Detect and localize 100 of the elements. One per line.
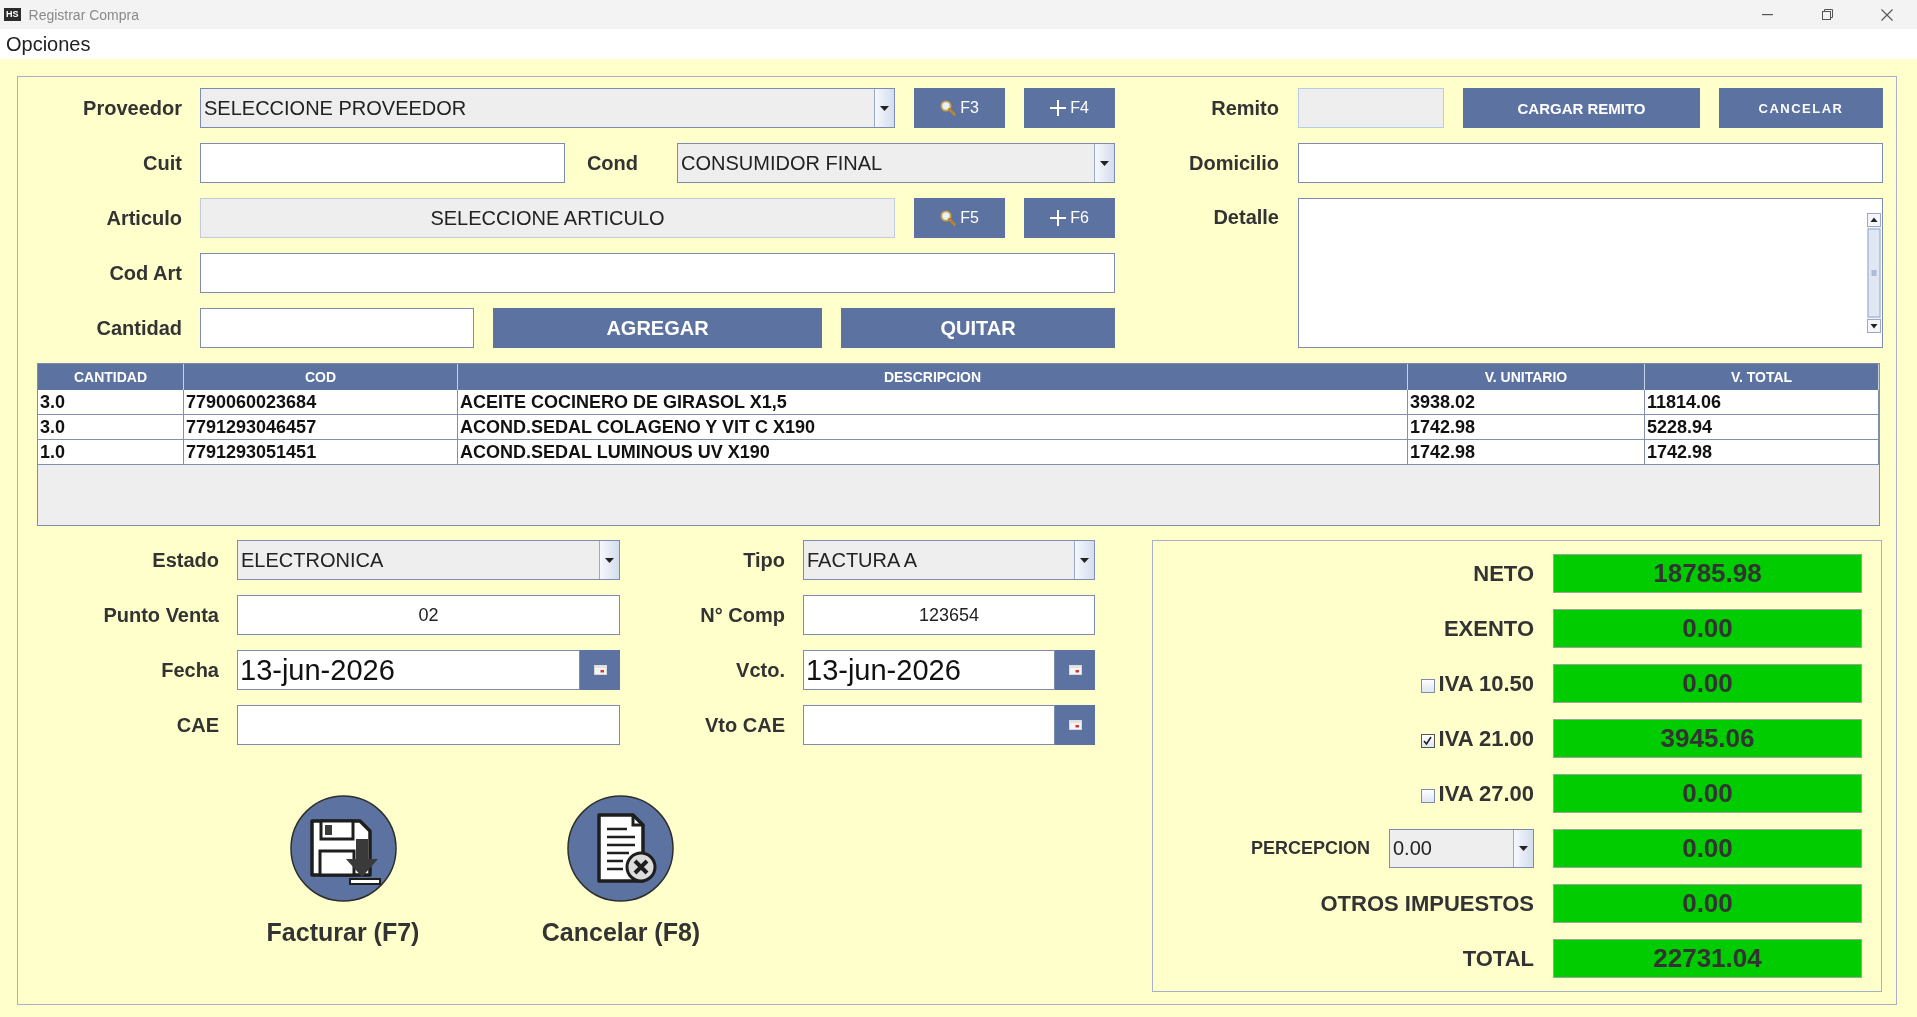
table-cell: ACOND.SEDAL LUMINOUS UV X190: [458, 440, 1408, 465]
table-cell: 7791293051451: [184, 440, 458, 465]
search-icon: [940, 210, 957, 226]
amount-field: 0.00: [1553, 774, 1862, 813]
search-button[interactable]: F3: [914, 88, 1005, 128]
field-label: Tipo: [743, 548, 785, 572]
percepcion-dropdown[interactable]: 0.00: [1389, 829, 1534, 868]
calendar-button[interactable]: [1055, 705, 1095, 745]
field-label: Punto Venta: [103, 603, 219, 627]
search-icon: [940, 100, 957, 116]
calendar-button[interactable]: [1055, 650, 1095, 690]
caret-icon: [1513, 830, 1533, 867]
calendar-icon: [593, 665, 607, 675]
add-button[interactable]: F4: [1024, 88, 1115, 128]
total-label: TOTAL: [1462, 945, 1534, 972]
table-cell: 3.0: [38, 415, 184, 440]
field-label: Estado: [152, 548, 219, 572]
field-label: Fecha: [161, 658, 219, 682]
column-header[interactable]: V. TOTAL: [1645, 364, 1879, 390]
domicilio-field[interactable]: [1298, 143, 1883, 183]
fecha-field[interactable]: 13-jun-2026: [237, 650, 580, 690]
calendar-icon: [1068, 720, 1082, 730]
total-label: IVA 27.00: [1438, 780, 1534, 807]
cod-art-field[interactable]: [200, 253, 1115, 293]
vencimiento-field[interactable]: 13-jun-2026: [803, 650, 1055, 690]
tipo-dropdown[interactable]: FACTURA A: [803, 540, 1095, 580]
punto-venta-field[interactable]: 02: [237, 595, 620, 635]
table-cell: 5228.94: [1645, 415, 1879, 440]
cargar-remito-button[interactable]: CARGAR REMITO: [1463, 88, 1700, 128]
field-label: Domicilio: [1189, 151, 1279, 175]
caret-icon: [599, 541, 619, 579]
amount-field: 22731.04: [1553, 939, 1862, 978]
plus-icon: [1050, 100, 1067, 116]
caret-icon: [1074, 541, 1094, 579]
cond-dropdown[interactable]: CONSUMIDOR FINAL: [677, 143, 1115, 183]
caret-icon: [874, 89, 894, 127]
field-label: Detalle: [1213, 206, 1279, 229]
column-header[interactable]: DESCRIPCION: [458, 364, 1408, 390]
field-label: Cuit: [143, 151, 182, 175]
table-cell: ACEITE COCINERO DE GIRASOL X1,5: [458, 390, 1408, 415]
cancelar-button[interactable]: CANCELAR: [1719, 88, 1883, 128]
save-button[interactable]: Facturar (F7): [266, 795, 420, 947]
calendar-button[interactable]: [580, 650, 620, 690]
table-cell: 1.0: [38, 440, 184, 465]
field-label: Cod Art: [109, 261, 182, 285]
column-header[interactable]: CANTIDAD: [38, 364, 184, 390]
field-label: Remito: [1211, 96, 1279, 120]
total-label: IVA 10.50: [1438, 670, 1534, 697]
table-cell: 7791293046457: [184, 415, 458, 440]
comprobante-field[interactable]: 123654: [803, 595, 1095, 635]
total-label: IVA 21.00: [1438, 725, 1534, 752]
field-label: Cond: [586, 151, 638, 175]
plus-icon: [1050, 210, 1067, 226]
field-label: Vto CAE: [705, 713, 785, 737]
app-logo: HS: [4, 8, 21, 21]
amount-field: 0.00: [1553, 884, 1862, 923]
checkbox[interactable]: [1420, 678, 1435, 693]
field-label: Cantidad: [96, 316, 182, 340]
restore-icon[interactable]: [1821, 9, 1833, 20]
field-label: Articulo: [106, 206, 182, 230]
cae-field[interactable]: [237, 705, 620, 745]
floppy-disk-icon: [289, 795, 397, 902]
cancel-button[interactable]: Cancelar (F8): [541, 795, 701, 947]
document-x-icon: [567, 795, 675, 902]
minimize-icon[interactable]: [1761, 13, 1773, 16]
table-cell: 11814.06: [1645, 390, 1879, 415]
cantidad-field[interactable]: [200, 308, 474, 348]
amount-field: 18785.98: [1553, 554, 1862, 593]
amount-field: 3945.06: [1553, 719, 1862, 758]
table-cell: 7790060023684: [184, 390, 458, 415]
table-cell: 3.0: [38, 390, 184, 415]
vto-cae-field[interactable]: [803, 705, 1055, 745]
amount-field: 0.00: [1553, 829, 1862, 868]
quitar-button[interactable]: QUITAR: [841, 308, 1115, 348]
table-cell: 1742.98: [1408, 440, 1645, 465]
total-label: PERCEPCION: [1250, 838, 1370, 859]
checkbox[interactable]: [1420, 788, 1435, 803]
checkbox[interactable]: [1420, 733, 1435, 748]
total-label: OTROS IMPUESTOS: [1320, 890, 1534, 917]
field-label: Proveedor: [83, 96, 182, 120]
cuit-field[interactable]: [200, 143, 565, 183]
column-header[interactable]: V. UNITARIO: [1408, 364, 1645, 390]
field-label: Vcto.: [736, 658, 785, 682]
articulo-field[interactable]: SELECCIONE ARTICULO: [200, 198, 895, 238]
field-label: N° Comp: [700, 603, 785, 627]
detalle-field[interactable]: [1298, 198, 1883, 348]
search-button[interactable]: F5: [914, 198, 1005, 238]
estado-dropdown[interactable]: ELECTRONICA: [237, 540, 620, 580]
table-cell: 1742.98: [1645, 440, 1879, 465]
table-cell: ACOND.SEDAL COLAGENO Y VIT C X190: [458, 415, 1408, 440]
proveedor-dropdown[interactable]: SELECCIONE PROVEEDOR: [200, 88, 895, 128]
total-label: NETO: [1473, 560, 1534, 587]
field-label: CAE: [176, 713, 219, 737]
add-button[interactable]: F6: [1024, 198, 1115, 238]
agregar-button[interactable]: AGREGAR: [493, 308, 822, 348]
amount-field: 0.00: [1553, 664, 1862, 703]
close-icon[interactable]: [1881, 8, 1893, 21]
amount-field: 0.00: [1553, 609, 1862, 648]
column-header[interactable]: COD: [184, 364, 458, 390]
menu-item[interactable]: Opciones: [6, 32, 91, 56]
